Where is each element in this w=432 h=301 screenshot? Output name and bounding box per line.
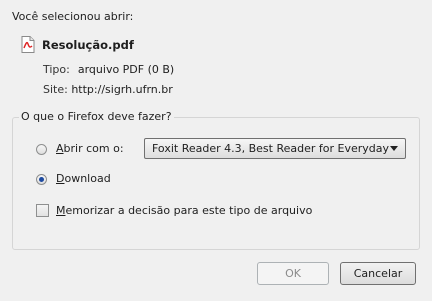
remember-label-rest: emorizar a decisão para este tipo de arq… xyxy=(65,204,313,217)
ok-button[interactable]: OK xyxy=(257,262,329,285)
intro-text: Você selecionou abrir: xyxy=(12,10,134,23)
download-label-rest: ownload xyxy=(64,172,111,185)
open-with-app-select[interactable]: Foxit Reader 4.3, Best Reader for Everyd… xyxy=(144,138,406,159)
action-group: O que o Firefox deve fazer? Abrir com o:… xyxy=(12,110,420,250)
file-type-row: Tipo: arquivo PDF (0 B) xyxy=(43,63,174,76)
open-with-label-rest: brir com o: xyxy=(63,142,124,155)
download-radio[interactable] xyxy=(36,174,47,185)
file-type-label: Tipo: xyxy=(43,63,70,76)
remember-label[interactable]: Memorizar a decisão para este tipo de ar… xyxy=(56,204,312,217)
open-with-label[interactable]: Abrir com o: xyxy=(56,142,124,155)
file-name: Resolução.pdf xyxy=(42,38,134,52)
action-group-legend: O que o Firefox deve fazer? xyxy=(19,110,174,123)
pdf-file-icon xyxy=(21,36,35,53)
file-site-row: Site: http://sigrh.ufrn.br xyxy=(43,83,173,96)
remember-checkbox[interactable] xyxy=(36,204,49,217)
file-site-value: http://sigrh.ufrn.br xyxy=(71,83,173,96)
chevron-down-icon xyxy=(390,146,398,151)
open-with-radio[interactable] xyxy=(36,144,47,155)
file-type-value: arquivo PDF (0 B) xyxy=(77,63,175,76)
file-site-label: Site: xyxy=(43,83,68,96)
open-with-mnemonic: A xyxy=(56,142,64,155)
open-with-app-value: Foxit Reader 4.3, Best Reader for Everyd… xyxy=(152,142,390,155)
cancel-button[interactable]: Cancelar xyxy=(340,262,416,285)
remember-mnemonic: M xyxy=(56,204,66,217)
download-label[interactable]: Download xyxy=(56,172,111,185)
